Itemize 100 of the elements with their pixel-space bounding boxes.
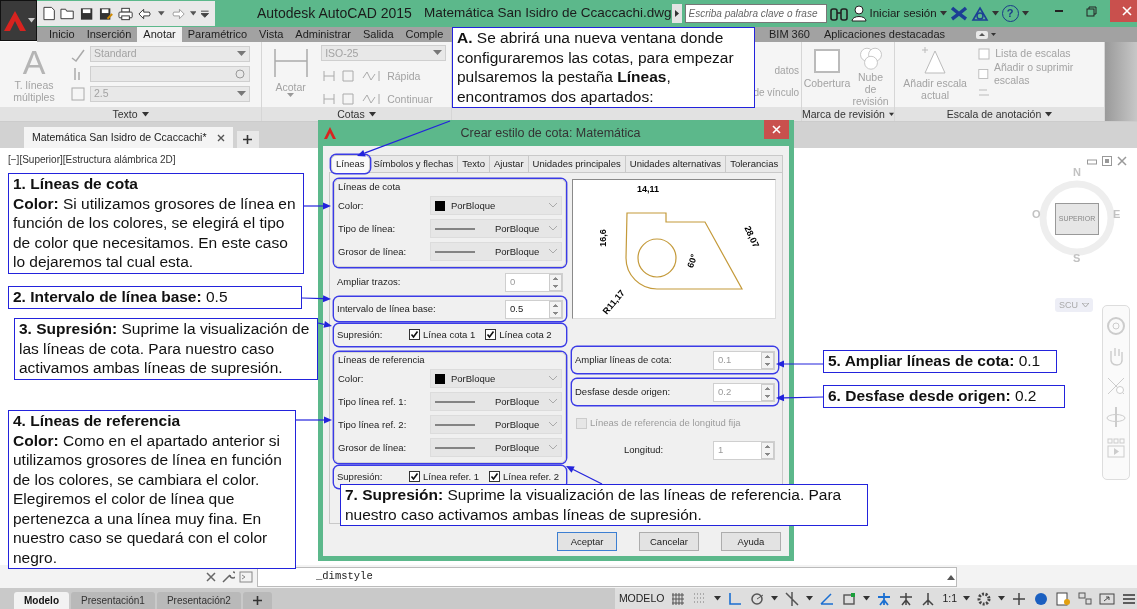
ribbon-tab[interactable]: Inserción [80,27,138,42]
caret-icon[interactable] [998,596,1005,601]
spinner-field[interactable]: 0.5 [505,299,563,319]
triangle-knot-icon[interactable] [970,5,989,22]
binoculars-icon[interactable] [829,5,848,22]
add-layout-button[interactable] [242,592,272,609]
fullscreen-icon[interactable] [1099,590,1115,607]
angle-icon[interactable] [819,590,836,607]
globe-icon[interactable] [1033,590,1049,607]
layout-tab[interactable]: Presentación1 [71,592,155,609]
ribbon-tab[interactable]: Administrar [289,27,357,42]
dialog-tab[interactable]: Líneas [331,155,370,173]
sign-in-link[interactable]: Iniciar sesión [869,6,937,21]
ribbon-tab[interactable]: Inicio [43,27,81,42]
plus-icon[interactable] [1011,590,1027,607]
caret-icon[interactable] [863,596,871,601]
grid-icon[interactable] [670,590,687,607]
dialog-tab[interactable]: Texto [457,155,490,172]
ribbon-tab[interactable]: Salida [356,27,400,42]
close-icon[interactable] [216,133,225,142]
ribbon-tab[interactable]: Paramétrico [181,27,254,42]
dialog-tab[interactable]: Tolerancias [725,155,784,172]
ribbon-tab[interactable]: Anotar [137,27,182,42]
new-document-icon[interactable] [43,6,56,21]
folder-icon[interactable] [60,7,76,20]
caret-icon[interactable] [939,11,947,16]
caret-icon[interactable] [141,111,149,117]
panel-title[interactable]: Texto [112,107,138,121]
caret-icon[interactable] [714,596,722,601]
layout-tab[interactable]: Modelo [14,592,69,609]
swatch-icon [435,373,445,384]
checkbox[interactable]: Línea refer. 1 [409,471,479,483]
caret-icon[interactable] [158,11,165,16]
user-icon[interactable] [850,5,867,22]
dropdown-field[interactable]: PorBloque [430,392,562,411]
checkbox[interactable]: Línea cota 1 [409,329,476,341]
panel-toggle-icon[interactable] [975,29,998,40]
spin-arrows-icon [761,441,774,459]
application-menu-button[interactable] [0,0,37,41]
square-snap-icon[interactable] [841,590,858,607]
crosshair-icon[interactable] [784,590,801,607]
dropdown-field[interactable]: PorBloque [430,196,562,215]
dropdown-field[interactable]: PorBloque [430,219,562,238]
save-as-icon[interactable] [98,6,113,21]
minimize-icon[interactable] [1087,156,1097,165]
caret-icon[interactable] [368,111,376,117]
annotation-scale-button[interactable]: 1:1 [942,592,957,605]
wrench-icon[interactable] [221,569,235,584]
undo-icon[interactable] [137,7,154,20]
close-button[interactable] [1109,0,1137,22]
printer-icon[interactable] [117,6,133,21]
panel-title[interactable]: Cotas [337,107,365,121]
viewport-controls-label[interactable]: [−][Superior][Estructura alámbrica 2D] [8,154,176,166]
new-tab-button[interactable] [236,131,259,148]
figure-icon[interactable] [898,590,915,607]
caret-icon[interactable] [1021,11,1029,16]
dropdown-field[interactable]: PorBloque [430,415,562,434]
ortho-icon[interactable] [727,590,744,607]
dialog-tab[interactable]: Símbolos y flechas [368,155,459,172]
model-space-button[interactable]: MODELO [618,592,665,605]
dialog-tab[interactable]: Unidades alternativas [624,155,727,172]
ribbon-tab[interactable]: Vista [253,27,290,42]
annotation-figure-icon[interactable] [876,590,893,607]
close-icon[interactable] [205,570,217,583]
caret-icon[interactable] [991,11,999,16]
ribbon-tab[interactable]: Aplicaciones destacadas [817,27,952,42]
dialog-button[interactable]: Cancelar [639,532,699,551]
command-field[interactable]: _dimstyle [257,566,957,587]
checkbox[interactable]: Línea refer. 2 [489,471,559,483]
dialog-button[interactable]: Aceptar [557,532,617,551]
caret-icon[interactable] [189,11,197,16]
polar-icon[interactable] [749,590,766,607]
search-field[interactable]: Escriba palabra clave o frase [684,4,827,23]
customize-menu-icon[interactable] [201,9,209,18]
plus-icon [243,135,252,144]
checkbox[interactable]: Línea cota 2 [485,329,552,341]
close-button[interactable] [764,120,789,139]
caret-icon[interactable] [771,596,779,601]
dialog-tab[interactable]: Unidades principales [527,155,626,172]
gear-icon[interactable] [976,590,992,607]
caret-icon[interactable] [963,596,970,601]
caret-icon[interactable] [806,596,814,601]
x-shape-icon[interactable] [949,6,968,21]
clipboard-icon[interactable] [1055,590,1071,607]
caret-icon[interactable] [888,111,894,117]
dialog-button[interactable]: Ayuda [721,532,781,551]
dropdown-field[interactable]: PorBloque [430,369,562,388]
ribbon-tab[interactable]: BIM 360 [763,27,816,42]
dropdown-field[interactable]: PorBloque [430,438,562,457]
windows-icon[interactable] [1077,590,1093,607]
maximize-icon[interactable] [1102,156,1112,166]
caret-icon[interactable] [1045,111,1053,117]
dropdown-field[interactable]: PorBloque [430,242,562,261]
text-field[interactable] [90,65,250,82]
ribbon-tab[interactable]: Comple [399,27,450,42]
save-icon[interactable] [80,6,94,21]
document-tab[interactable]: Matemática San Isidro de Ccaccachi* [24,127,233,148]
close-icon[interactable] [1117,156,1127,166]
dialog-tab[interactable]: Ajustar [489,155,529,172]
layout-tab[interactable]: Presentación2 [156,592,241,609]
